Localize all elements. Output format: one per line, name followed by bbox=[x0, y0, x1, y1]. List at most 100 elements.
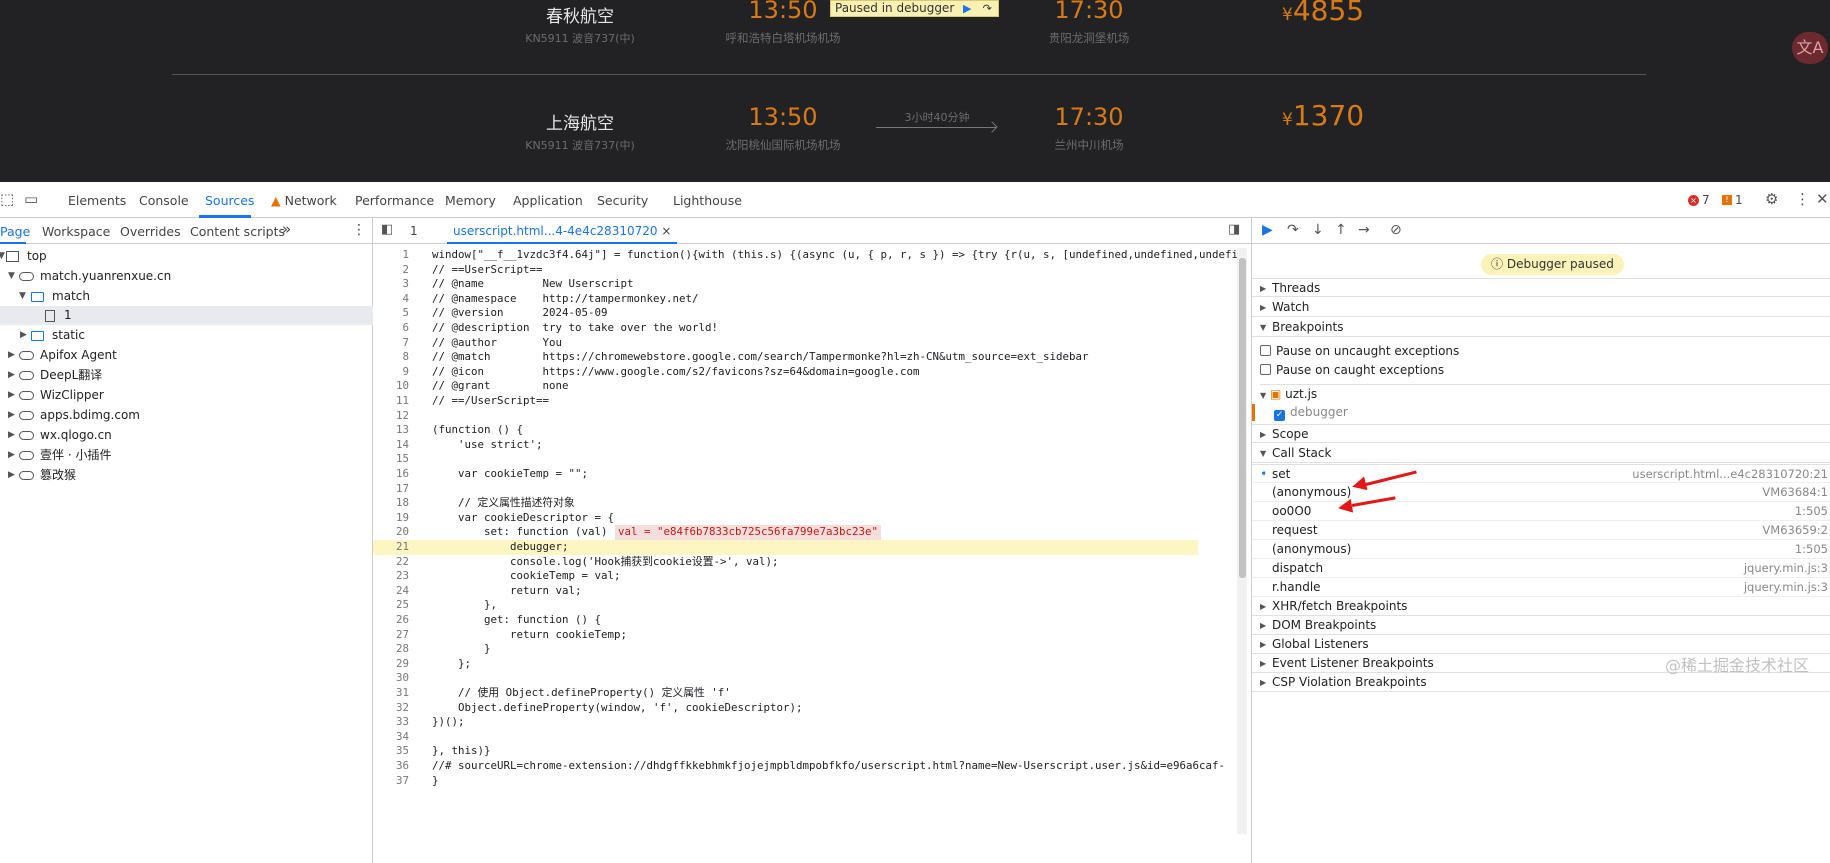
tab-elements[interactable]: Elements bbox=[68, 193, 126, 208]
code-line[interactable]: 1 window["__f__1vzdc3f4.64j"] = function(… bbox=[373, 248, 1238, 263]
line-number[interactable]: 30 bbox=[373, 671, 409, 686]
tree-item-folder[interactable]: ▼ match bbox=[0, 287, 373, 306]
call-frame[interactable]: ➧ set userscript.html...e4c28310720:21 bbox=[1252, 464, 1830, 483]
line-number[interactable]: 2 bbox=[373, 263, 409, 278]
frame-location[interactable]: VM63659:2 bbox=[1762, 521, 1828, 540]
line-number[interactable]: 31 bbox=[373, 686, 409, 701]
code-line[interactable]: 6 // @description try to take over the wo… bbox=[373, 321, 1198, 336]
tab-performance[interactable]: Performance bbox=[355, 193, 434, 208]
section-watch[interactable]: ▶ Watch bbox=[1252, 298, 1830, 317]
line-number[interactable]: 29 bbox=[373, 657, 409, 672]
code-line[interactable]: 35}, this)} bbox=[373, 744, 1198, 759]
call-frame[interactable]: request VM63659:2 bbox=[1252, 521, 1830, 540]
code-line[interactable]: 7 // @author You bbox=[373, 336, 1198, 351]
line-number[interactable]: 18 bbox=[373, 496, 409, 511]
section-threads[interactable]: ▶ Threads bbox=[1252, 278, 1830, 297]
nav-tab-content-scripts[interactable]: Content scripts bbox=[190, 224, 285, 239]
device-toolbar-icon[interactable]: ▭ bbox=[24, 190, 38, 208]
tab-sources[interactable]: Sources bbox=[205, 193, 254, 208]
line-number[interactable]: 4 bbox=[373, 292, 409, 307]
line-number[interactable]: 32 bbox=[373, 701, 409, 716]
tree-item-extension[interactable]: ▶ 壹伴 · 小插件 bbox=[0, 446, 373, 465]
code-line[interactable]: 36 //# sourceURL=chrome-extension://dhdgf… bbox=[373, 759, 1225, 774]
more-menu-icon[interactable]: ⋮ bbox=[1795, 190, 1810, 208]
tree-item-file[interactable]: 1 bbox=[0, 306, 373, 325]
call-frame[interactable]: r.handle jquery.min.js:3 bbox=[1252, 578, 1830, 597]
tab-security[interactable]: Security bbox=[597, 193, 648, 208]
tree-item-domain[interactable]: ▶ apps.bdimg.com bbox=[0, 406, 373, 425]
debugger-section[interactable]: ▶ DOM Breakpoints bbox=[1252, 616, 1830, 635]
line-number[interactable]: 1 bbox=[373, 248, 409, 263]
line-number[interactable]: 10 bbox=[373, 379, 409, 394]
code-line[interactable]: 10 // @grant none bbox=[373, 379, 1198, 394]
tab-application[interactable]: Application bbox=[513, 193, 583, 208]
tab-network[interactable]: ▲ Network bbox=[271, 193, 337, 208]
code-line[interactable]: 5 // @version 2024-05-09 bbox=[373, 306, 1198, 321]
inspect-element-icon[interactable]: ⬚ bbox=[0, 190, 14, 208]
line-number[interactable]: 34 bbox=[373, 730, 409, 745]
frame-location[interactable]: 1:505 bbox=[1795, 540, 1828, 559]
toggle-debugger-icon[interactable]: ◨ bbox=[1228, 222, 1240, 237]
line-number[interactable]: 24 bbox=[373, 584, 409, 599]
tree-item-extension[interactable]: ▶ WizClipper bbox=[0, 386, 373, 405]
breakpoint-item[interactable]: ✓ debugger bbox=[1274, 403, 1348, 422]
code-line[interactable]: 22 console.log('Hook捕获到cookie设置->', val)… bbox=[373, 555, 1198, 570]
line-number[interactable]: 25 bbox=[373, 598, 409, 613]
translate-icon[interactable]: 文A bbox=[1792, 32, 1828, 64]
code-line[interactable]: 17 bbox=[373, 482, 1198, 497]
line-number[interactable]: 11 bbox=[373, 394, 409, 409]
code-line[interactable]: 31 // 使用 Object.defineProperty() 定义属性 'f… bbox=[373, 686, 1198, 701]
line-number[interactable]: 19 bbox=[373, 511, 409, 526]
code-line[interactable]: 33})(); bbox=[373, 715, 1198, 730]
navigator-menu-icon[interactable]: ⋮ bbox=[352, 222, 366, 238]
step-into-icon[interactable]: ↓ bbox=[1312, 222, 1324, 238]
more-tabs-icon[interactable]: » bbox=[282, 220, 291, 238]
step-over-icon[interactable]: ↷ bbox=[980, 2, 994, 15]
deactivate-breakpoints-icon[interactable]: ⊘ bbox=[1390, 222, 1402, 238]
line-number[interactable]: 36 bbox=[373, 759, 409, 774]
editor-tab-number[interactable]: 1 bbox=[410, 224, 418, 238]
tree-item-extension[interactable]: ▶ Apifox Agent bbox=[0, 346, 373, 365]
code-line[interactable]: 8 // @match https://chromewebstore.google… bbox=[373, 350, 1198, 365]
frame-location[interactable]: jquery.min.js:3 bbox=[1744, 559, 1828, 578]
debugger-section[interactable]: ▶ XHR/fetch Breakpoints bbox=[1252, 597, 1830, 616]
code-line[interactable]: 37} bbox=[373, 774, 1198, 789]
code-line[interactable]: 4 // @namespace http://tampermonkey.net/ bbox=[373, 292, 1198, 307]
section-breakpoints[interactable]: ▼ Breakpoints bbox=[1252, 318, 1830, 337]
line-number[interactable]: 17 bbox=[373, 482, 409, 497]
code-line[interactable]: 14 'use strict'; bbox=[373, 438, 1198, 453]
code-line[interactable]: 29 }; bbox=[373, 657, 1198, 672]
code-line[interactable]: 18 // 定义属性描述符对象 bbox=[373, 496, 1198, 511]
tree-item-domain[interactable]: ▶ wx.qlogo.cn bbox=[0, 426, 373, 445]
code-line[interactable]: 19 var cookieDescriptor = { bbox=[373, 511, 1198, 526]
nav-tab-workspace[interactable]: Workspace bbox=[42, 224, 110, 239]
code-line[interactable]: 26 get: function () { bbox=[373, 613, 1198, 628]
line-number[interactable]: 37 bbox=[373, 774, 409, 789]
line-number[interactable]: 27 bbox=[373, 628, 409, 643]
line-number[interactable]: 26 bbox=[373, 613, 409, 628]
step-icon[interactable]: → bbox=[1358, 222, 1370, 238]
code-line[interactable]: 2 // ==UserScript== bbox=[373, 263, 1198, 278]
tree-item-domain[interactable]: ▼ match.yuanrenxue.cn bbox=[0, 267, 373, 286]
code-line[interactable]: 32 Object.defineProperty(window, 'f', co… bbox=[373, 701, 1198, 716]
step-over-icon[interactable]: ↷ bbox=[1287, 222, 1299, 238]
tab-console[interactable]: Console bbox=[139, 193, 189, 208]
tab-lighthouse[interactable]: Lighthouse bbox=[673, 193, 742, 208]
code-line[interactable]: 12 bbox=[373, 409, 1198, 424]
close-devtools-icon[interactable]: ✕ bbox=[1816, 190, 1829, 208]
line-number[interactable]: 7 bbox=[373, 336, 409, 351]
line-number[interactable]: 28 bbox=[373, 642, 409, 657]
step-out-icon[interactable]: ↑ bbox=[1335, 222, 1347, 238]
resume-icon[interactable]: ▶ bbox=[1262, 222, 1273, 238]
toggle-navigator-icon[interactable]: ◧ bbox=[381, 222, 393, 237]
code-line[interactable]: 24 return val; bbox=[373, 584, 1198, 599]
error-counter[interactable]: × 7 bbox=[1688, 193, 1710, 207]
line-number[interactable]: 35 bbox=[373, 744, 409, 759]
code-line[interactable]: 25 }, bbox=[373, 598, 1198, 613]
line-number[interactable]: 20 bbox=[373, 525, 409, 540]
section-scope[interactable]: ▶ Scope bbox=[1252, 424, 1830, 443]
code-line[interactable]: 15 bbox=[373, 452, 1198, 467]
flight-row[interactable]: 上海航空 KN5911 波音737(中) 13:50 沈阳桃仙国际机场机场 3小… bbox=[0, 87, 1830, 177]
line-number[interactable]: 16 bbox=[373, 467, 409, 482]
call-frame[interactable]: dispatch jquery.min.js:3 bbox=[1252, 559, 1830, 578]
